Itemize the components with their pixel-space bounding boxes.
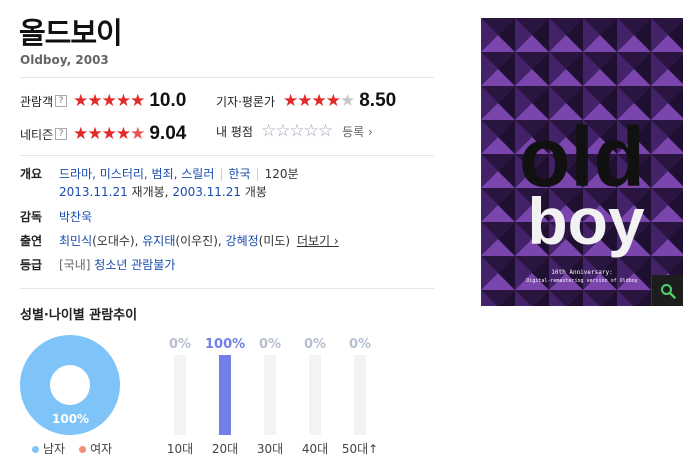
age-label: 30대 [256, 442, 284, 456]
age-bar-track [309, 355, 321, 435]
rerelease-date-link[interactable]: 2013.11.21 [59, 185, 128, 199]
poster-caption-line1: 10th Anniversary: [551, 269, 612, 276]
cast-label: 출연 [20, 234, 43, 248]
netizen-score: 9.04 [149, 123, 187, 144]
help-icon[interactable]: ? [55, 95, 68, 107]
poster-caption-line2: Digital-remastering version of Oldboy [526, 278, 637, 284]
cast-role: (오대수), [92, 234, 139, 248]
critic-label: 기자·평론가 [216, 94, 276, 109]
age-label: 40대 [301, 442, 329, 456]
country-link[interactable]: 한국 [228, 167, 250, 181]
netizen-rating: 네티즌 ? ★★★★★ 9.04 [20, 123, 186, 145]
grade-label: 등급 [20, 258, 43, 272]
release-values: 2013.11.21 재개봉, 2003.11.21 개봉 [59, 183, 267, 200]
help-icon[interactable]: ? [55, 128, 68, 140]
cast-role: (이우진), [175, 234, 222, 248]
critic-score: 8.50 [359, 90, 397, 111]
age-label: 20대 [211, 442, 239, 456]
age-percent-label: 0% [168, 337, 192, 352]
my-rating-label: 내 평점 [216, 125, 253, 139]
grade-values: [국내] 청소년 관람불가 [59, 256, 175, 273]
my-rating-stars[interactable]: ☆☆☆☆☆ [261, 123, 333, 140]
poster-title-bottom: boy [527, 184, 645, 258]
movie-title: 올드보이 [19, 16, 123, 50]
donut-male-slice [20, 335, 120, 435]
netizen-label: 네티즌 [20, 127, 54, 142]
cast-row: 출연 최민식(오대수), 유지태(이우진), 강혜정(미도) 더보기 › [20, 232, 440, 248]
age-bar-track [354, 355, 366, 435]
audience-rating: 관람객 ? ★★★★★ 10.0 [20, 90, 186, 112]
zoom-button[interactable] [652, 275, 683, 306]
divider [20, 288, 434, 289]
search-icon [660, 283, 676, 299]
overview-row: 개요 드라마, 미스터리, 범죄, 스릴러 | 한국 | 120분 2013.11.21… [20, 165, 440, 199]
legend-female: 여자 [79, 440, 112, 457]
age-percent-label: 0% [348, 337, 372, 352]
more-cast-link[interactable]: 더보기 › [297, 234, 339, 248]
stats-title: 성별·나이별 관람추이 [20, 308, 138, 323]
cast-values: 최민식(오대수), 유지태(이우진), 강혜정(미도) 더보기 › [59, 232, 339, 249]
age-bar-track [219, 355, 231, 435]
cast-link[interactable]: 최민식 [59, 234, 92, 248]
director-link[interactable]: 박찬욱 [59, 208, 92, 225]
release-text: 개봉 [244, 185, 267, 199]
male-percent-label: 100% [52, 412, 90, 426]
age-bar-track [264, 355, 276, 435]
male-dot-icon [32, 446, 39, 453]
my-rating: 내 평점 ☆☆☆☆☆ 등록 › [216, 123, 373, 140]
netizen-stars: ★★★★★ [73, 123, 145, 144]
cast-role: (미도) [258, 234, 291, 248]
overview-values: 드라마, 미스터리, 범죄, 스릴러 | 한국 | 120분 [59, 165, 299, 182]
female-dot-icon [79, 446, 87, 453]
grade-link[interactable]: 청소년 관람불가 [94, 258, 175, 272]
legend-male: 남자 [32, 440, 65, 457]
movie-poster[interactable]: old boy 10th Anniversary: Digital-remast… [481, 18, 683, 306]
critic-stars: ★★★★★ [283, 90, 355, 111]
runtime: 120분 [264, 167, 299, 181]
overview-label: 개요 [20, 167, 43, 181]
audience-score: 10.0 [149, 90, 187, 111]
grade-region: [국내] [59, 258, 91, 272]
cast-link[interactable]: 유지태 [142, 234, 175, 248]
rerelease-text: 재개봉, [131, 185, 169, 199]
movie-subtitle: Oldboy, 2003 [20, 53, 109, 67]
separator: | [219, 167, 224, 181]
divider [20, 155, 434, 156]
age-percent-label: 0% [303, 337, 327, 352]
director-row: 감독 박찬욱 [20, 208, 440, 224]
separator: | [255, 167, 260, 181]
age-label: 50대↑ [341, 442, 379, 456]
audience-label: 관람객 [20, 94, 54, 109]
age-bar [219, 355, 231, 435]
age-bar-track [174, 355, 186, 435]
release-date-link[interactable]: 2003.11.21 [172, 185, 241, 199]
gender-legend: 남자 여자 [32, 440, 112, 457]
legend-female-label: 여자 [90, 442, 113, 456]
poster-art: old boy 10th Anniversary: Digital-remast… [481, 18, 683, 306]
age-percent-label: 100% [205, 337, 246, 352]
legend-male-label: 남자 [43, 442, 66, 456]
cast-link[interactable]: 강혜정 [226, 234, 259, 248]
age-percent-label: 0% [258, 337, 282, 352]
genres-link[interactable]: 드라마, 미스터리, 범죄, 스릴러 [59, 167, 214, 181]
grade-row: 등급 [국내] 청소년 관람불가 [20, 256, 440, 272]
critic-rating: 기자·평론가 ★★★★★ 8.50 [216, 90, 396, 112]
gender-donut-chart: 100% [20, 335, 120, 435]
register-rating-link[interactable]: 등록 › [342, 123, 373, 140]
divider [20, 77, 434, 78]
director-label: 감독 [20, 210, 43, 224]
audience-stars: ★★★★★ [73, 90, 145, 111]
age-label: 10대 [166, 442, 194, 456]
